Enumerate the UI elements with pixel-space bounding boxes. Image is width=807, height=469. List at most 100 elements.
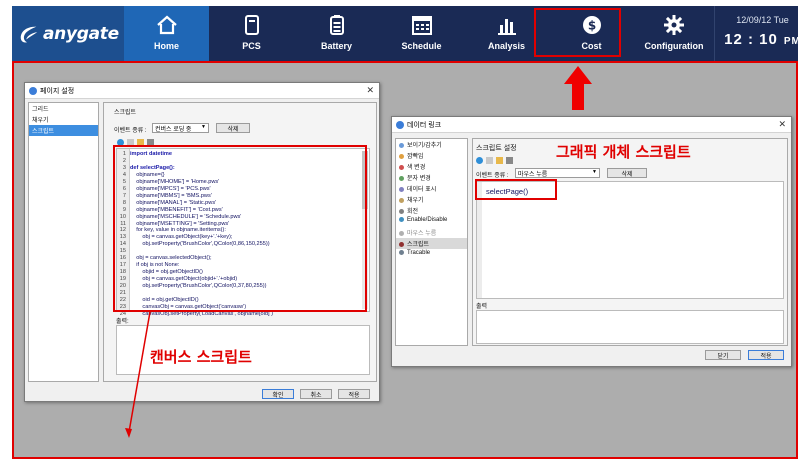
canvas-script-annotation: 캔버스 스크립트 — [150, 348, 252, 366]
schedule-icon — [411, 16, 432, 35]
close-icon[interactable]: ✕ — [778, 119, 786, 130]
list-item-label: 회전 — [407, 209, 419, 215]
close-icon[interactable]: ✕ — [366, 85, 374, 96]
logo-text: anygate — [43, 23, 119, 44]
list-item-icon — [399, 186, 404, 192]
clock: 12/09/12 Tue 12 : 10 PM — [714, 6, 807, 61]
page-settings-title: 페이지 설정 — [40, 87, 75, 95]
list-item-label: 채우기 — [407, 198, 424, 204]
data-link-titlebar: 데이터 링크 ✕ — [392, 117, 791, 133]
list-item-script[interactable]: 스크립트 — [29, 125, 98, 136]
list-item-fill[interactable]: 채우기 — [29, 114, 98, 125]
list-item-icon — [399, 208, 404, 214]
list-item[interactable]: 회전 — [396, 205, 467, 216]
data-link-list-items: 보이기/감추기깜빡임 색 변경문자 변경데이터 표시채우기회전 Enable/Dis… — [396, 139, 467, 260]
nav-schedule[interactable]: Schedule — [379, 6, 464, 61]
list-item-icon — [399, 142, 404, 148]
nav-configuration-label: Configuration — [644, 41, 704, 51]
chevron-down-icon: ▼ — [201, 124, 206, 130]
nav-configuration[interactable]: Configuration — [634, 6, 714, 61]
clock-time-value: 12 : 10 — [724, 31, 778, 48]
clock-ampm: PM — [783, 36, 801, 47]
find-icon[interactable] — [506, 156, 513, 164]
anygate-logo-icon — [20, 26, 38, 42]
output-label: 출력 — [476, 304, 488, 310]
nav-schedule-label: Schedule — [401, 41, 442, 51]
ok-button[interactable]: 확인 — [262, 389, 294, 399]
nav-battery-label: Battery — [320, 41, 352, 51]
list-item[interactable]: 문자 변경 — [396, 172, 467, 183]
list-item-icon — [399, 217, 404, 222]
nav-pcs[interactable]: PCS — [209, 6, 294, 61]
list-item[interactable]: 깜빡임 — [396, 150, 467, 161]
logo: anygate — [12, 6, 124, 61]
cancel-button[interactable]: 취소 — [300, 389, 332, 399]
list-item[interactable]: 보이기/감추기 — [396, 139, 467, 150]
nav-battery[interactable]: Battery — [294, 6, 379, 61]
pcs-icon — [244, 15, 259, 35]
output-area[interactable] — [476, 310, 784, 344]
event-type-value: 컨버스 로딩 중 — [155, 126, 192, 133]
chevron-down-icon: ▼ — [592, 169, 597, 175]
list-item[interactable]: 채우기 — [396, 194, 467, 205]
dialog-icon — [29, 86, 37, 95]
canvas-script-highlight-box — [113, 145, 367, 312]
nav-home-label: Home — [153, 41, 179, 51]
list-item-grid[interactable]: 그리드 — [29, 103, 98, 114]
list-item[interactable]: Tracable — [396, 249, 467, 260]
list-item-label: Tracable — [407, 250, 431, 257]
list-item-icon — [399, 175, 404, 181]
top-navigation-bar: anygate Home PCS Battery Schedule Analys… — [12, 6, 800, 61]
clock-date: 12/09/12 Tue — [736, 15, 789, 25]
list-item-icon — [399, 230, 404, 236]
event-type-select[interactable]: 마우스 누름 ▼ — [515, 168, 600, 178]
up-arrow-icon — [564, 66, 592, 110]
nav-analysis-label: Analysis — [487, 41, 526, 51]
dialog-icon — [396, 120, 404, 129]
apply-button[interactable]: 적용 — [748, 350, 784, 360]
object-script-annotation: 그래픽 개체 스크립트 — [556, 143, 691, 161]
battery-icon — [329, 15, 344, 35]
clock-time: 12 : 10 PM — [715, 31, 807, 48]
list-item-label: 데이터 표시 — [407, 187, 437, 193]
page-settings-category-list: 그리드 채우기 스크립트 — [28, 102, 99, 382]
pointer-line — [128, 311, 151, 433]
data-link-title: 데이터 링크 — [407, 121, 442, 129]
list-item-label: 마우스 누름 — [407, 231, 437, 237]
annotation-pointer — [125, 311, 151, 438]
list-item-icon — [399, 197, 404, 203]
script-settings-title: 스크립트 설정 — [476, 145, 517, 152]
folder-icon[interactable] — [496, 156, 503, 164]
list-item-icon — [399, 164, 404, 170]
data-link-category-list: 보이기/감추기깜빡임 색 변경문자 변경데이터 표시채우기회전 Enable/Dis… — [395, 138, 468, 346]
nav-pcs-label: PCS — [242, 41, 261, 51]
list-item[interactable]: 스크립트 — [396, 238, 467, 249]
list-item-label: 깜빡임 — [407, 154, 424, 160]
close-button[interactable]: 닫기 — [705, 350, 741, 360]
analysis-icon — [497, 19, 516, 35]
list-item-icon — [399, 250, 404, 255]
list-item-icon — [399, 153, 404, 159]
list-item-icon — [399, 241, 404, 247]
event-type-select[interactable]: 컨버스 로딩 중 ▼ — [152, 123, 209, 133]
list-item-label: 문자 변경 — [407, 176, 431, 182]
event-type-label: 이벤트 종류 : — [476, 173, 509, 179]
nav-home[interactable]: Home — [124, 6, 209, 61]
run-icon[interactable] — [476, 156, 483, 164]
list-item-label: 스크립트 — [407, 242, 430, 248]
list-item[interactable]: Enable/Disable — [396, 216, 467, 227]
list-item[interactable]: 데이터 표시 — [396, 183, 467, 194]
apply-button[interactable]: 적용 — [338, 389, 370, 399]
gear-icon — [664, 15, 684, 35]
script-settings-panel: 스크립트 설정 이벤트 종류 : 마우스 누름 ▼ 삭제 selectPage(… — [472, 138, 788, 346]
delete-button[interactable]: 삭제 — [607, 168, 647, 178]
delete-button[interactable]: 삭제 — [216, 123, 250, 133]
event-type-value: 마우스 누름 — [518, 171, 548, 178]
list-item[interactable]: 마우스 누름 — [396, 227, 467, 238]
cost-highlight-box — [534, 8, 621, 57]
pointer-arrowhead — [125, 428, 132, 438]
format-icon[interactable] — [486, 156, 493, 164]
list-item-label: Enable/Disable — [407, 217, 448, 224]
event-type-label: 이벤트 종류 : — [114, 128, 147, 134]
list-item[interactable]: 색 변경 — [396, 161, 467, 172]
